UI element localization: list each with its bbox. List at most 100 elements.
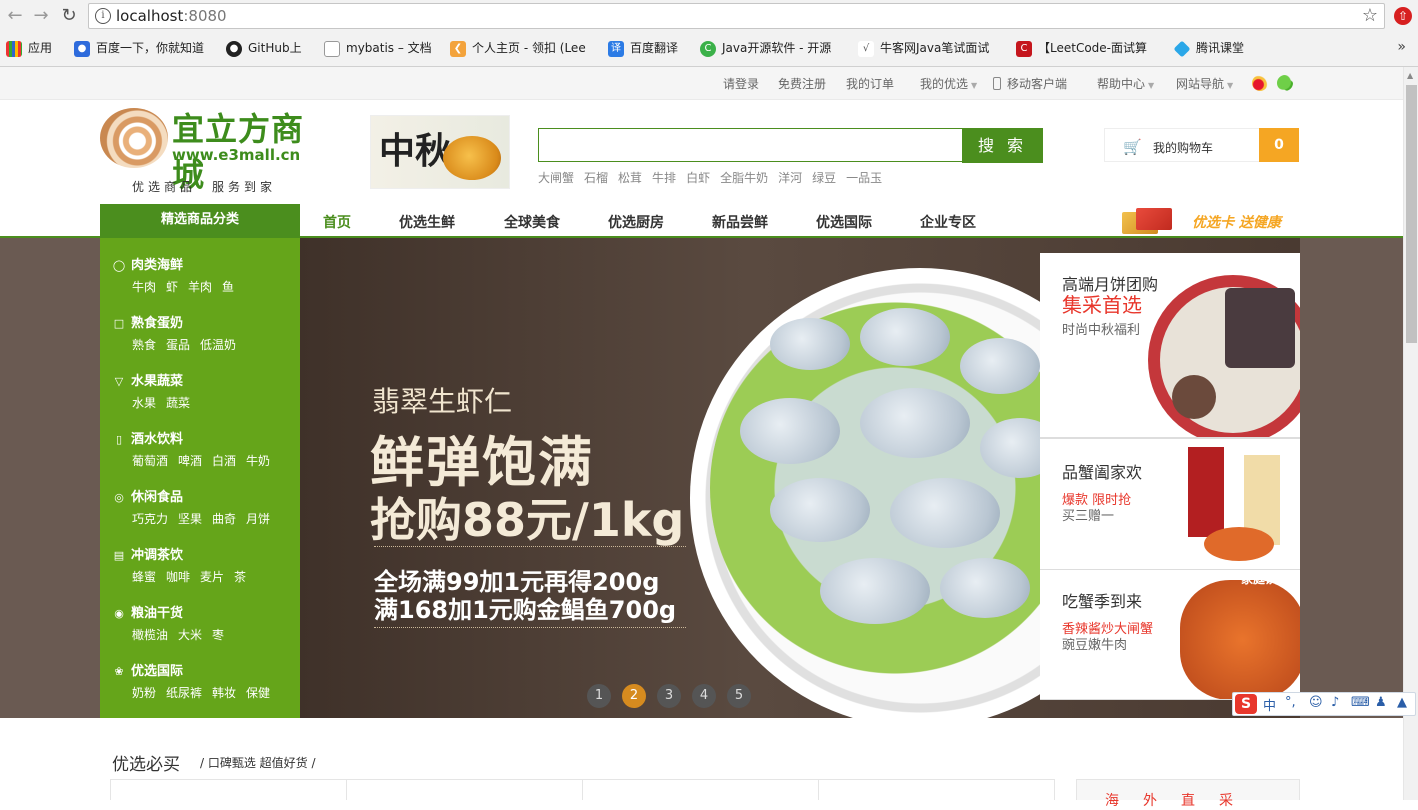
category-meat-seafood[interactable]: ◯ 肉类海鲜 牛肉虾羊肉鱼	[112, 254, 297, 295]
shirt-icon[interactable]: ▲	[1397, 695, 1407, 710]
sub-link[interactable]: 橄榄油	[132, 628, 168, 642]
hot-keyword[interactable]: 大闸蟹	[538, 171, 574, 185]
nav-global-food[interactable]: 全球美食	[504, 212, 560, 232]
nav-kitchen[interactable]: 优选厨房	[608, 212, 664, 232]
hot-keyword[interactable]: 松茸	[618, 171, 642, 185]
category-header[interactable]: 精选商品分类	[100, 204, 300, 238]
sub-link[interactable]: 曲奇	[212, 512, 236, 526]
carousel-dot-4[interactable]: 4	[692, 684, 716, 708]
bookmark-fanyi[interactable]: 译百度翻译	[608, 39, 678, 57]
bookmark-apps[interactable]: 应用	[6, 39, 52, 57]
hot-keyword[interactable]: 石榴	[584, 171, 608, 185]
category-drinks[interactable]: ▯ 酒水饮料 葡萄酒 啤酒 白酒 牛奶	[112, 428, 297, 469]
sub-link[interactable]: 羊肉	[188, 280, 212, 294]
search-input[interactable]	[538, 128, 963, 162]
sub-link[interactable]: 大米	[178, 628, 202, 642]
sub-link[interactable]: 韩妆	[212, 686, 236, 700]
ime-lang[interactable]: 中	[1263, 695, 1276, 714]
search-button[interactable]: 搜 索	[962, 128, 1043, 163]
sub-link[interactable]: 枣	[212, 628, 224, 642]
category-international[interactable]: ❀ 优选国际 奶粉 纸尿裤 韩妆 保健	[112, 660, 297, 701]
login-link[interactable]: 请登录	[723, 75, 759, 92]
sub-link[interactable]: 水果	[132, 396, 156, 410]
carousel-dot-1[interactable]: 1	[587, 684, 611, 708]
gift-card-image[interactable]	[1122, 208, 1192, 236]
extension-icon[interactable]: ⇧	[1394, 7, 1412, 25]
hot-keyword[interactable]: 一品玉	[846, 171, 882, 185]
site-logo[interactable]: 宜立方商城 www.e3mall.cn 优选商品 服务到家	[100, 104, 310, 194]
sub-link[interactable]: 保健	[246, 686, 270, 700]
mic-icon[interactable]: ♪	[1331, 695, 1339, 710]
bookmark-baidu[interactable]: ● 百度一下，你就知道	[74, 39, 204, 57]
sub-link[interactable]: 月饼	[246, 512, 270, 526]
sub-link[interactable]: 蛋品	[166, 338, 190, 352]
forward-icon[interactable]: →	[30, 5, 52, 27]
site-info-icon[interactable]: i	[95, 8, 111, 24]
keyboard-icon[interactable]: ⌨	[1351, 695, 1370, 710]
bookmark-leetcode-cn[interactable]: C 【LeetCode-面试算	[1016, 39, 1147, 57]
bookmark-github[interactable]: ● GitHub上	[226, 39, 302, 57]
sub-link[interactable]: 熟食	[132, 338, 156, 352]
sub-link[interactable]: 蔬菜	[166, 396, 190, 410]
cart-button[interactable]: 🛒 我的购物车	[1104, 128, 1260, 162]
sub-link[interactable]: 牛奶	[246, 454, 270, 468]
gift-card-promo[interactable]: 优选卡 送健康	[1192, 212, 1281, 232]
sub-link[interactable]: 奶粉	[132, 686, 156, 700]
nav-home[interactable]: 首页	[323, 212, 351, 232]
hot-keyword[interactable]: 全脂牛奶	[720, 171, 768, 185]
mid-autumn-ad[interactable]: 中秋	[370, 115, 510, 189]
user-icon[interactable]: ♟	[1375, 695, 1387, 710]
side-ad-crab[interactable]: 品蟹阖家欢 爆款 限时抢 买三赠一	[1040, 438, 1300, 570]
vertical-scrollbar[interactable]: ▲	[1403, 67, 1418, 800]
carousel-dot-5[interactable]: 5	[727, 684, 751, 708]
category-deli-dairy[interactable]: □ 熟食蛋奶 熟食 蛋品 低温奶	[112, 312, 297, 353]
scroll-up-icon[interactable]: ▲	[1407, 71, 1413, 80]
bookmark-mybatis[interactable]: mybatis – 文档	[324, 39, 432, 57]
nav-new[interactable]: 新品尝鲜	[712, 212, 768, 232]
category-grain-oil[interactable]: ◉ 粮油干货 橄榄油 大米枣	[112, 602, 297, 643]
wechat-icon[interactable]	[1277, 75, 1293, 91]
sub-link[interactable]: 麦片	[200, 570, 224, 584]
hot-keyword[interactable]: 绿豆	[812, 171, 836, 185]
sub-link[interactable]: 鱼	[222, 280, 234, 294]
address-bar[interactable]: i localhost:8080 ☆	[88, 3, 1385, 29]
nav-international[interactable]: 优选国际	[816, 212, 872, 232]
bookmark-nowcoder[interactable]: √ 牛客网Java笔试面试	[858, 39, 989, 57]
weibo-icon[interactable]	[1252, 75, 1268, 91]
help-center-menu[interactable]: 帮助中心 ▼	[1097, 75, 1154, 92]
category-tea-drinks[interactable]: ▤ 冲调茶饮 蜂蜜 咖啡 麦片茶	[112, 544, 297, 585]
smile-icon[interactable]: ☺	[1309, 695, 1323, 710]
more-bookmarks-icon[interactable]: »	[1397, 39, 1406, 55]
ime-toolbar[interactable]: S 中 °, ☺ ♪ ⌨ ♟ ▲	[1232, 692, 1416, 716]
orders-link[interactable]: 我的订单	[846, 75, 894, 92]
my-store-menu[interactable]: 我的优选 ▼	[920, 75, 977, 92]
nav-fresh[interactable]: 优选生鲜	[399, 212, 455, 232]
hot-keyword[interactable]: 洋河	[778, 171, 802, 185]
bookmark-ke-qq[interactable]: 腾讯课堂	[1173, 39, 1244, 57]
bookmark-leetcode[interactable]: ❮ 个人主页 - 领扣 (Lee	[450, 39, 586, 57]
register-link[interactable]: 免费注册	[778, 75, 826, 92]
sub-link[interactable]: 虾	[166, 280, 178, 294]
mobile-client-link[interactable]: 移动客户端	[993, 75, 1067, 92]
bookmark-oschina[interactable]: C Java开源软件 - 开源	[700, 39, 831, 57]
side-ad-crab-season[interactable]: 吃蟹季到来 香辣酱炒大闸蟹 豌豆嫩牛肉 家庭饮食	[1040, 570, 1300, 700]
scrollbar-thumb[interactable]	[1406, 85, 1417, 343]
sub-link[interactable]: 啤酒	[178, 454, 202, 468]
sub-link[interactable]: 牛肉	[132, 280, 156, 294]
hot-keyword[interactable]: 牛排	[652, 171, 676, 185]
carousel-dot-2[interactable]: 2	[622, 684, 646, 708]
category-fruit-veg[interactable]: ▽ 水果蔬菜 水果 蔬菜	[112, 370, 297, 411]
sub-link[interactable]: 茶	[234, 570, 246, 584]
sub-link[interactable]: 咖啡	[166, 570, 190, 584]
sub-link[interactable]: 葡萄酒	[132, 454, 168, 468]
bookmark-star-icon[interactable]: ☆	[1362, 5, 1378, 26]
sub-link[interactable]: 坚果	[178, 512, 202, 526]
sogou-icon[interactable]: S	[1235, 694, 1257, 714]
sub-link[interactable]: 纸尿裤	[166, 686, 202, 700]
ime-punct[interactable]: °,	[1285, 695, 1296, 710]
carousel-dot-3[interactable]: 3	[657, 684, 681, 708]
side-ad-mooncake[interactable]: 高端月饼团购 集采首选 时尚中秋福利	[1040, 253, 1300, 438]
reload-icon[interactable]: ↻	[58, 5, 80, 27]
sub-link[interactable]: 低温奶	[200, 338, 236, 352]
hot-keyword[interactable]: 白虾	[686, 171, 710, 185]
